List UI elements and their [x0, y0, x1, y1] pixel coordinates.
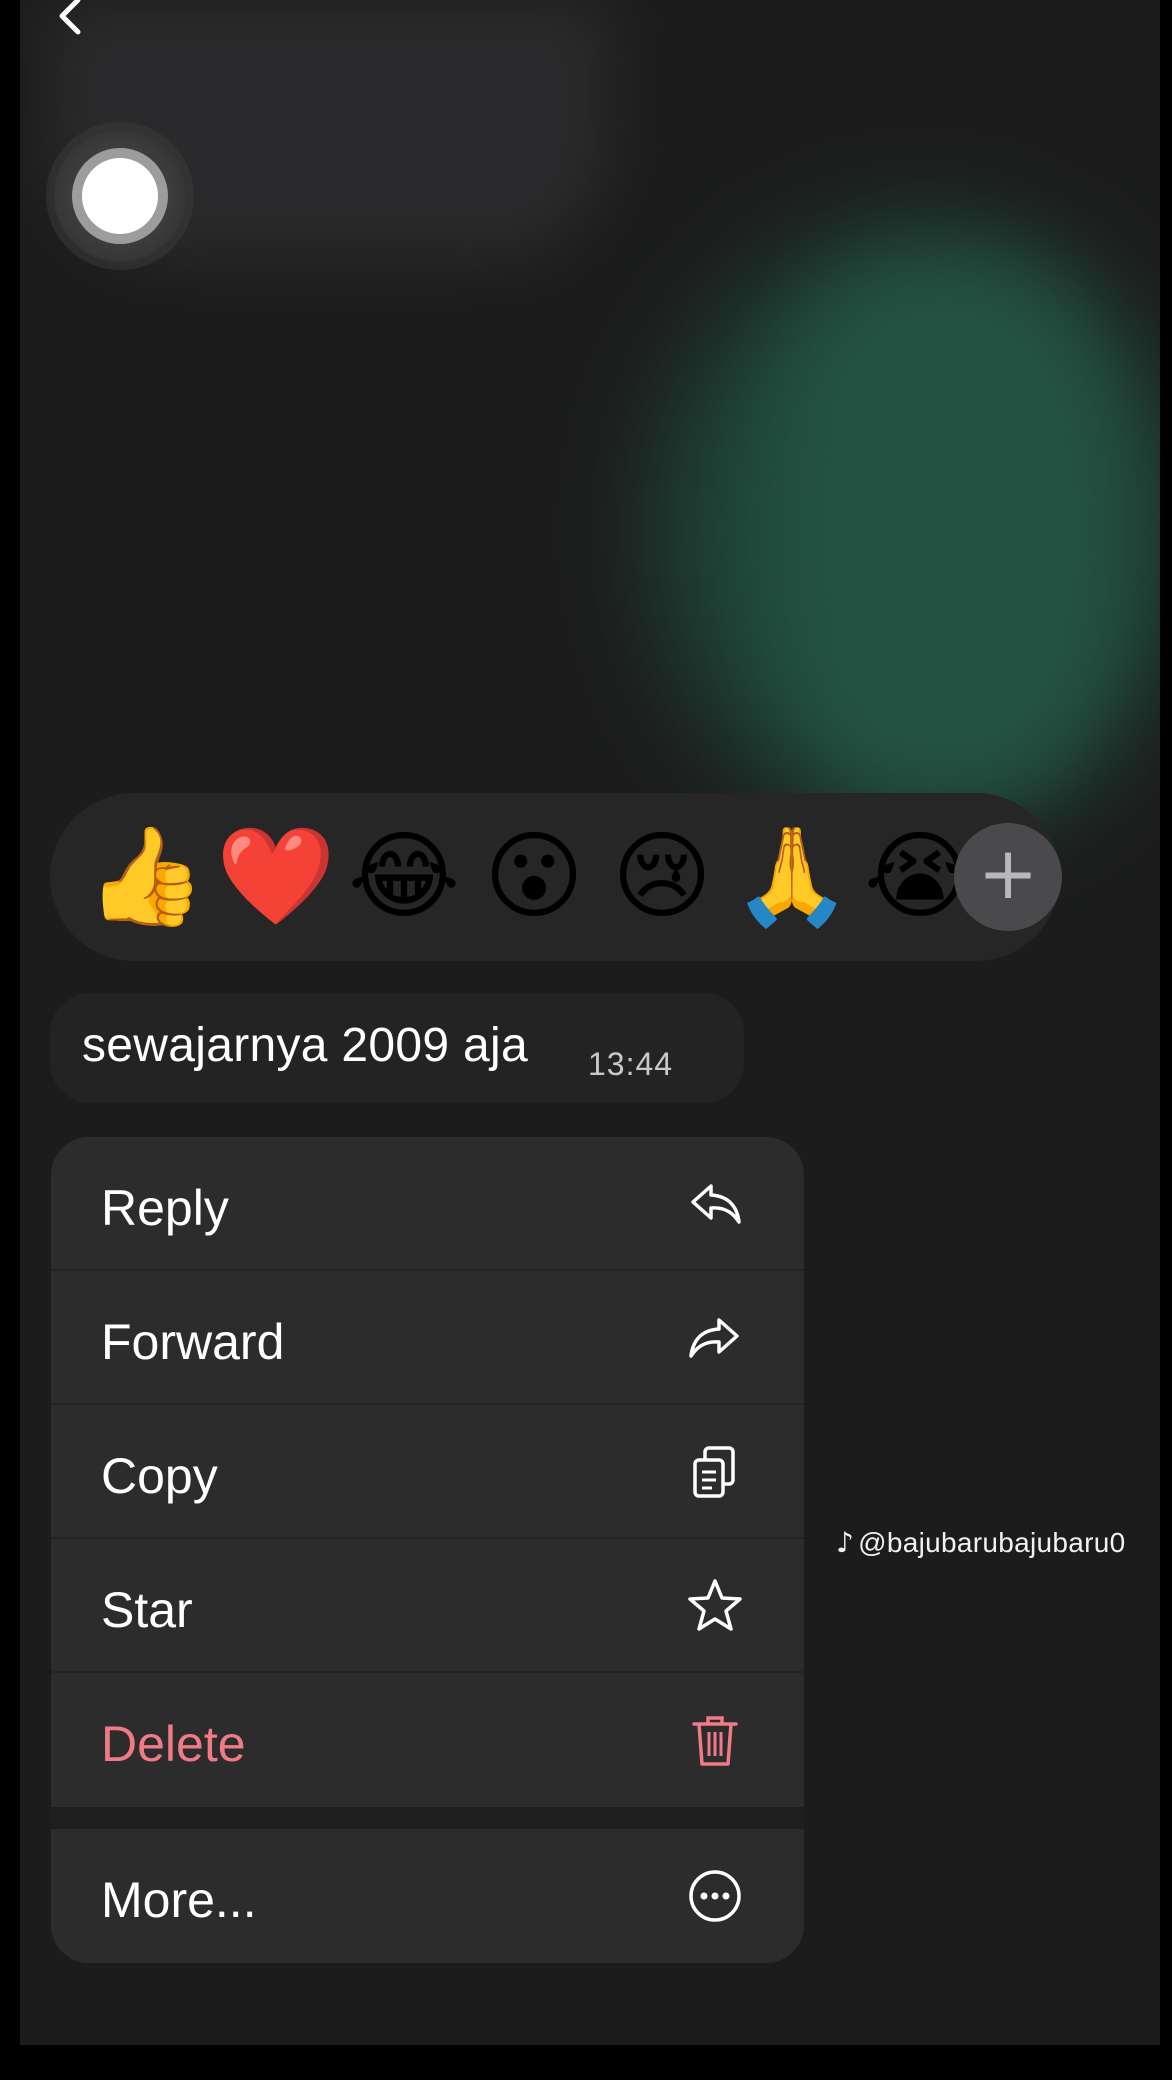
menu-item-reply[interactable]: Reply — [51, 1137, 804, 1271]
menu-item-copy[interactable]: Copy — [51, 1405, 804, 1539]
copy-icon — [693, 1446, 735, 1498]
message-timestamp: 13:44 — [588, 1046, 674, 1082]
blurred-sent-bubble-highlight — [780, 260, 1120, 800]
menu-item-label: Star — [101, 1582, 193, 1638]
reaction-sad[interactable]: 😢 — [602, 817, 722, 937]
menu-item-label: More... — [101, 1872, 257, 1928]
reaction-praying-hands[interactable]: 🙏 — [732, 817, 852, 937]
tiktok-logo-icon: ♪ — [836, 1526, 855, 1559]
chat-screen: 👍 ❤️ 😂 😮 😢 🙏 😭 + sewajarnya 2009 aja 13:… — [20, 0, 1160, 2045]
menu-item-label: Copy — [101, 1448, 218, 1504]
reaction-heart[interactable]: ❤️ — [216, 817, 336, 937]
ellipsis-circle-icon — [689, 1870, 741, 1922]
reply-icon — [691, 1184, 741, 1224]
menu-item-label: Delete — [101, 1716, 246, 1772]
add-reaction-button[interactable]: + — [954, 823, 1062, 931]
forward-icon — [689, 1318, 739, 1358]
menu-item-label: Reply — [101, 1180, 229, 1236]
menu-item-star[interactable]: Star — [51, 1539, 804, 1673]
assistive-touch-core — [82, 158, 158, 234]
menu-item-forward[interactable]: Forward — [51, 1271, 804, 1405]
menu-section-gap — [51, 1807, 804, 1829]
message-context-menu: Reply Forward Copy Star Delete More... — [51, 1137, 804, 1963]
watermark-handle: @bajubarubajubaru0 — [858, 1527, 1126, 1558]
star-icon — [688, 1579, 742, 1631]
tiktok-watermark: ♪ @bajubarubajubaru0 — [836, 1526, 1126, 1559]
back-chevron-icon[interactable] — [50, 0, 90, 36]
menu-item-more[interactable]: More... — [51, 1829, 804, 1963]
reaction-bar: 👍 ❤️ 😂 😮 😢 🙏 😭 + — [50, 793, 1062, 961]
reaction-thumbs-up[interactable]: 👍 — [86, 817, 206, 937]
assistive-touch-button[interactable] — [54, 130, 186, 262]
reaction-surprised[interactable]: 😮 — [474, 817, 594, 937]
reaction-laughing[interactable]: 😂 — [344, 817, 464, 937]
trash-icon — [692, 1716, 738, 1766]
menu-item-delete[interactable]: Delete — [51, 1673, 804, 1807]
message-text: sewajarnya 2009 aja — [82, 1019, 528, 1072]
menu-item-label: Forward — [101, 1314, 285, 1370]
